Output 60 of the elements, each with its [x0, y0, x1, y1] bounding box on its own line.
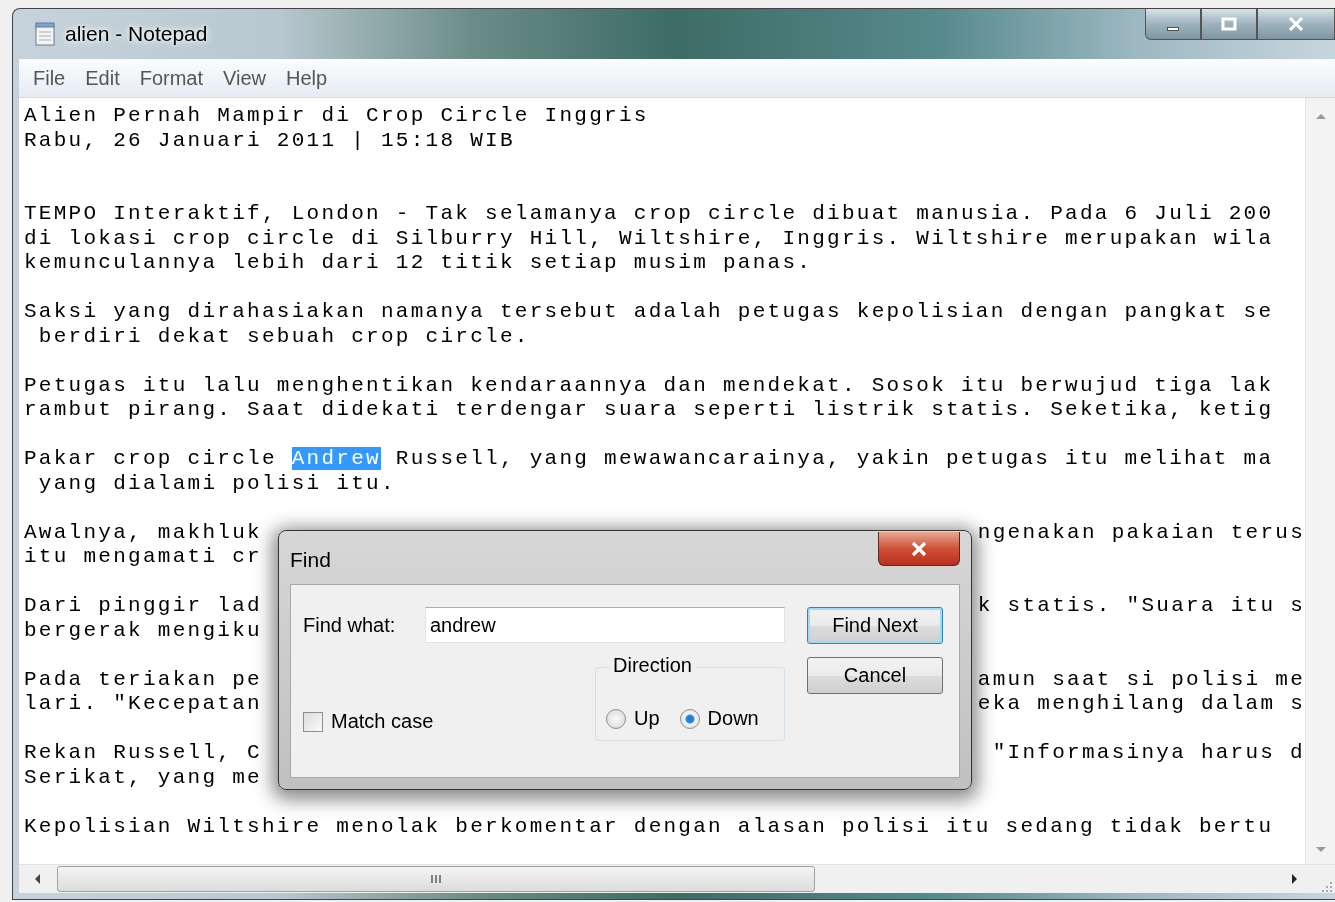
size-grip-icon[interactable]	[1319, 879, 1333, 893]
find-what-label: Find what:	[303, 613, 397, 637]
menu-item[interactable]: Edit	[75, 66, 130, 90]
scroll-down-icon[interactable]	[1315, 846, 1326, 854]
text-line: eka menghilang dalam s	[977, 692, 1305, 717]
maximize-button[interactable]	[1201, 9, 1257, 40]
minimize-button[interactable]	[1145, 9, 1201, 40]
find-what-field[interactable]: andrew	[425, 607, 785, 643]
text-line: itu mengamati cr	[24, 545, 262, 570]
radio-icon[interactable]	[606, 708, 626, 729]
radio-icon[interactable]	[679, 708, 700, 729]
text-line: Awalnya, makhluk	[24, 520, 262, 545]
horizontal-scrollbar[interactable]	[19, 864, 1335, 893]
radio-option[interactable]: Down	[679, 707, 759, 730]
match-case-checkbox[interactable]: Match case	[303, 710, 595, 733]
text-line: rambut pirang. Saat didekati terdengar suara seperti listrik statis. Seketika, ketig	[24, 398, 1275, 423]
text-line: yang dialami polisi itu.	[37, 471, 397, 496]
dialog-title: Find	[290, 548, 332, 572]
grip-icon	[430, 874, 442, 884]
text-line: Serikat, yang me	[24, 765, 262, 790]
text-line: ngenakan pakaian terus	[977, 520, 1305, 545]
menu-item[interactable]: Help	[276, 66, 338, 90]
scroll-up-icon[interactable]	[1315, 112, 1326, 120]
text-line: Rabu, 26 Januari 2011 | 15:18 WIB	[24, 128, 516, 153]
menu-item[interactable]: File	[23, 66, 76, 90]
text-line: TEMPO Interaktif, London - Tak selamanya crop circle dibuat manusia. Pada 6 Juli 200	[24, 202, 1275, 227]
vertical-scrollbar[interactable]	[1305, 98, 1335, 864]
text-line: "Informasinya harus d	[992, 741, 1305, 766]
text-line: amun saat si polisi me	[977, 667, 1305, 692]
scroll-thumb[interactable]	[57, 866, 815, 892]
menu-item[interactable]: View	[213, 66, 277, 90]
close-button[interactable]	[878, 532, 960, 566]
scroll-left-icon[interactable]	[33, 874, 41, 884]
scroll-right-icon[interactable]	[1291, 874, 1299, 884]
checkbox-icon[interactable]	[303, 711, 323, 732]
text-line: Saksi yang dirahasiakan namanya tersebut adalah petugas kepolisian dengan pangkat se	[24, 300, 1275, 325]
text-line: Petugas itu lalu menghentikan kendaraannya dan mendekat. Sosok itu berwujud tiga lak	[24, 373, 1275, 398]
text-line: Pakar crop circle Andrew Russell, yang mewawancarainya, yakin petugas itu melihat ma	[24, 447, 1275, 472]
text-line: Pada teriakan pe	[24, 667, 262, 692]
close-icon	[909, 540, 929, 557]
window-title: alien - Notepad	[65, 22, 208, 46]
close-icon	[1286, 17, 1306, 31]
text-line: bergerak mengiku	[24, 618, 262, 643]
close-button[interactable]	[1257, 9, 1335, 40]
text-line: di lokasi crop circle di Silburry Hill, Wiltshire, Inggris. Wiltshire merupakan wila	[24, 226, 1275, 251]
notepad-icon	[35, 22, 55, 46]
text-line: k statis. "Suara itu s	[977, 594, 1305, 619]
text-line: lari. "Kecepatan	[24, 692, 262, 717]
text-line: Alien Pernah Mampir di Crop Circle Inggris	[24, 104, 650, 129]
menu-item[interactable]: Format	[129, 66, 214, 90]
find-next-button[interactable]: Find Next	[807, 607, 943, 644]
cancel-button[interactable]: Cancel	[807, 657, 943, 694]
text-line: Dari pinggir lad	[24, 594, 262, 619]
radio-option[interactable]: Up	[606, 707, 660, 730]
minimize-icon	[1167, 27, 1179, 31]
text-line: Rekan Russell, C	[24, 741, 262, 766]
text-line: berdiri dekat sebuah crop circle.	[37, 324, 531, 349]
text-line: Kepolisian Wiltshire menolak berkomentar dengan alasan polisi itu sedang tidak bertu	[24, 814, 1275, 839]
maximize-icon	[1219, 17, 1239, 31]
text-line: kemunculannya lebih dari 12 titik setiap musim panas.	[24, 251, 814, 276]
